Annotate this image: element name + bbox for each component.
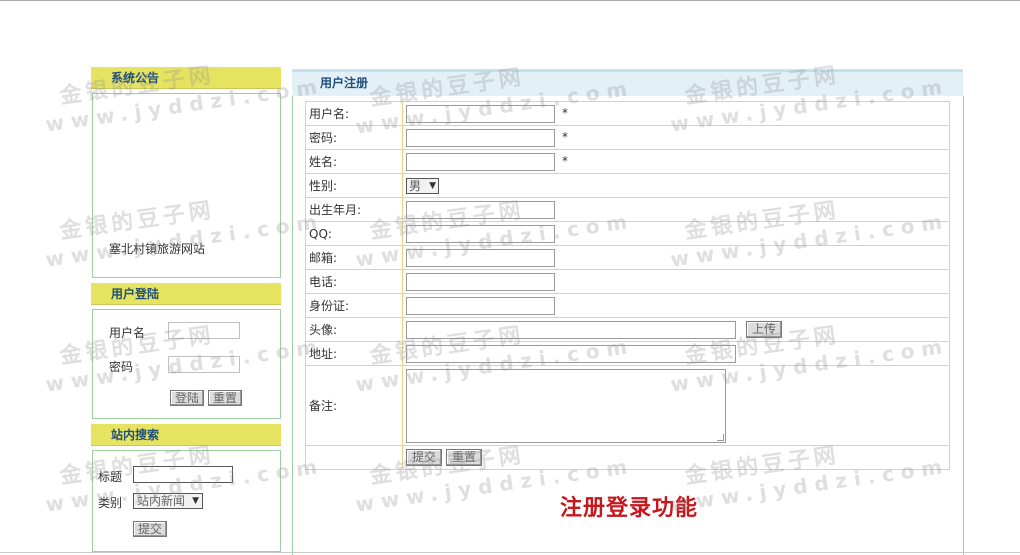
form-row-avatar: 头像: 上传 (305, 317, 950, 342)
form-row-address: 地址: (305, 341, 950, 366)
required-mark: * (562, 154, 568, 168)
resize-grip-icon[interactable] (717, 433, 724, 441)
form-row-phone: 电话: (305, 269, 950, 294)
search-category-value: 站内新闻 (137, 494, 186, 508)
form-row-username: 用户名: * (305, 101, 950, 126)
password-input[interactable] (406, 128, 555, 147)
avatar-input[interactable] (406, 320, 736, 339)
login-panel: 用户名 密码 登陆 重置 (92, 309, 281, 419)
password-label: 密码 (109, 360, 134, 374)
name-input[interactable] (406, 152, 555, 171)
upload-button[interactable]: 上传 (746, 321, 783, 338)
gender-select[interactable]: 男 ▼ (406, 177, 439, 194)
form-row-qq: QQ: (305, 221, 950, 246)
remark-label: 备注: (305, 365, 403, 446)
notice-text: 塞北村镇旅游网站 (109, 242, 206, 256)
username-label: 用户名: (305, 101, 403, 126)
login-header: 用户登陆 (91, 283, 281, 305)
gender-value: 男 (409, 178, 422, 193)
email-input[interactable] (406, 248, 555, 267)
empty-cell (305, 445, 403, 470)
form-row-password: 密码: * (305, 125, 950, 150)
login-button[interactable]: 登陆 (170, 390, 205, 406)
notice-panel: 塞北村镇旅游网站 (92, 93, 281, 278)
login-reset-button[interactable]: 重置 (208, 390, 243, 406)
avatar-label: 头像: (305, 317, 403, 342)
required-mark: * (562, 130, 568, 144)
notice-header: 系统公告 (91, 67, 281, 89)
birth-input[interactable] (406, 200, 555, 219)
search-submit-button[interactable]: 提交 (133, 521, 168, 537)
qq-input[interactable] (406, 224, 555, 243)
search-title-label: 标题 (98, 470, 123, 484)
remark-textarea[interactable] (406, 368, 726, 443)
register-form: 用户名: * 密码: * 姓名: * 性别: 男 ▼ 出生年月: QQ: 邮箱: … (305, 101, 950, 470)
phone-label: 电话: (305, 269, 403, 294)
dropdown-arrow-icon: ▼ (192, 496, 199, 506)
qq-label: QQ: (305, 221, 403, 246)
search-category-label: 类别 (98, 496, 123, 510)
birth-label: 出生年月: (305, 197, 403, 222)
search-title-input[interactable] (133, 466, 233, 483)
form-row-idcard: 身份证: (305, 293, 950, 318)
reset-button[interactable]: 重置 (446, 449, 483, 466)
form-row-birth: 出生年月: (305, 197, 950, 222)
submit-button[interactable]: 提交 (406, 449, 443, 466)
required-mark: * (562, 106, 568, 120)
register-title: 用户注册 (320, 76, 369, 90)
search-panel: 标题 类别 站内新闻 ▼ 提交 (92, 450, 281, 552)
username-label: 用户名 (109, 326, 146, 340)
dropdown-arrow-icon: ▼ (429, 180, 436, 191)
form-row-gender: 性别: 男 ▼ (305, 173, 950, 198)
phone-input[interactable] (406, 272, 555, 291)
form-row-actions: 提交 重置 (305, 445, 950, 470)
bottom-divider (0, 552, 1020, 553)
login-username-input[interactable] (168, 322, 240, 339)
top-divider (0, 0, 1020, 1)
search-category-select[interactable]: 站内新闻 ▼ (133, 493, 203, 509)
caption-text: 注册登录功能 (560, 495, 699, 521)
gender-label: 性别: (305, 173, 403, 198)
idcard-label: 身份证: (305, 293, 403, 318)
search-header: 站内搜索 (91, 424, 281, 446)
register-header: 用户注册 (292, 69, 963, 96)
username-input[interactable] (406, 104, 555, 123)
password-label: 密码: (305, 125, 403, 150)
email-label: 邮箱: (305, 245, 403, 270)
login-password-input[interactable] (168, 356, 240, 373)
form-row-email: 邮箱: (305, 245, 950, 270)
form-row-remark: 备注: (305, 365, 950, 446)
idcard-input[interactable] (406, 296, 555, 315)
address-input[interactable] (406, 344, 736, 363)
header-strip (292, 70, 963, 72)
name-label: 姓名: (305, 149, 403, 174)
address-label: 地址: (305, 341, 403, 366)
form-row-name: 姓名: * (305, 149, 950, 174)
